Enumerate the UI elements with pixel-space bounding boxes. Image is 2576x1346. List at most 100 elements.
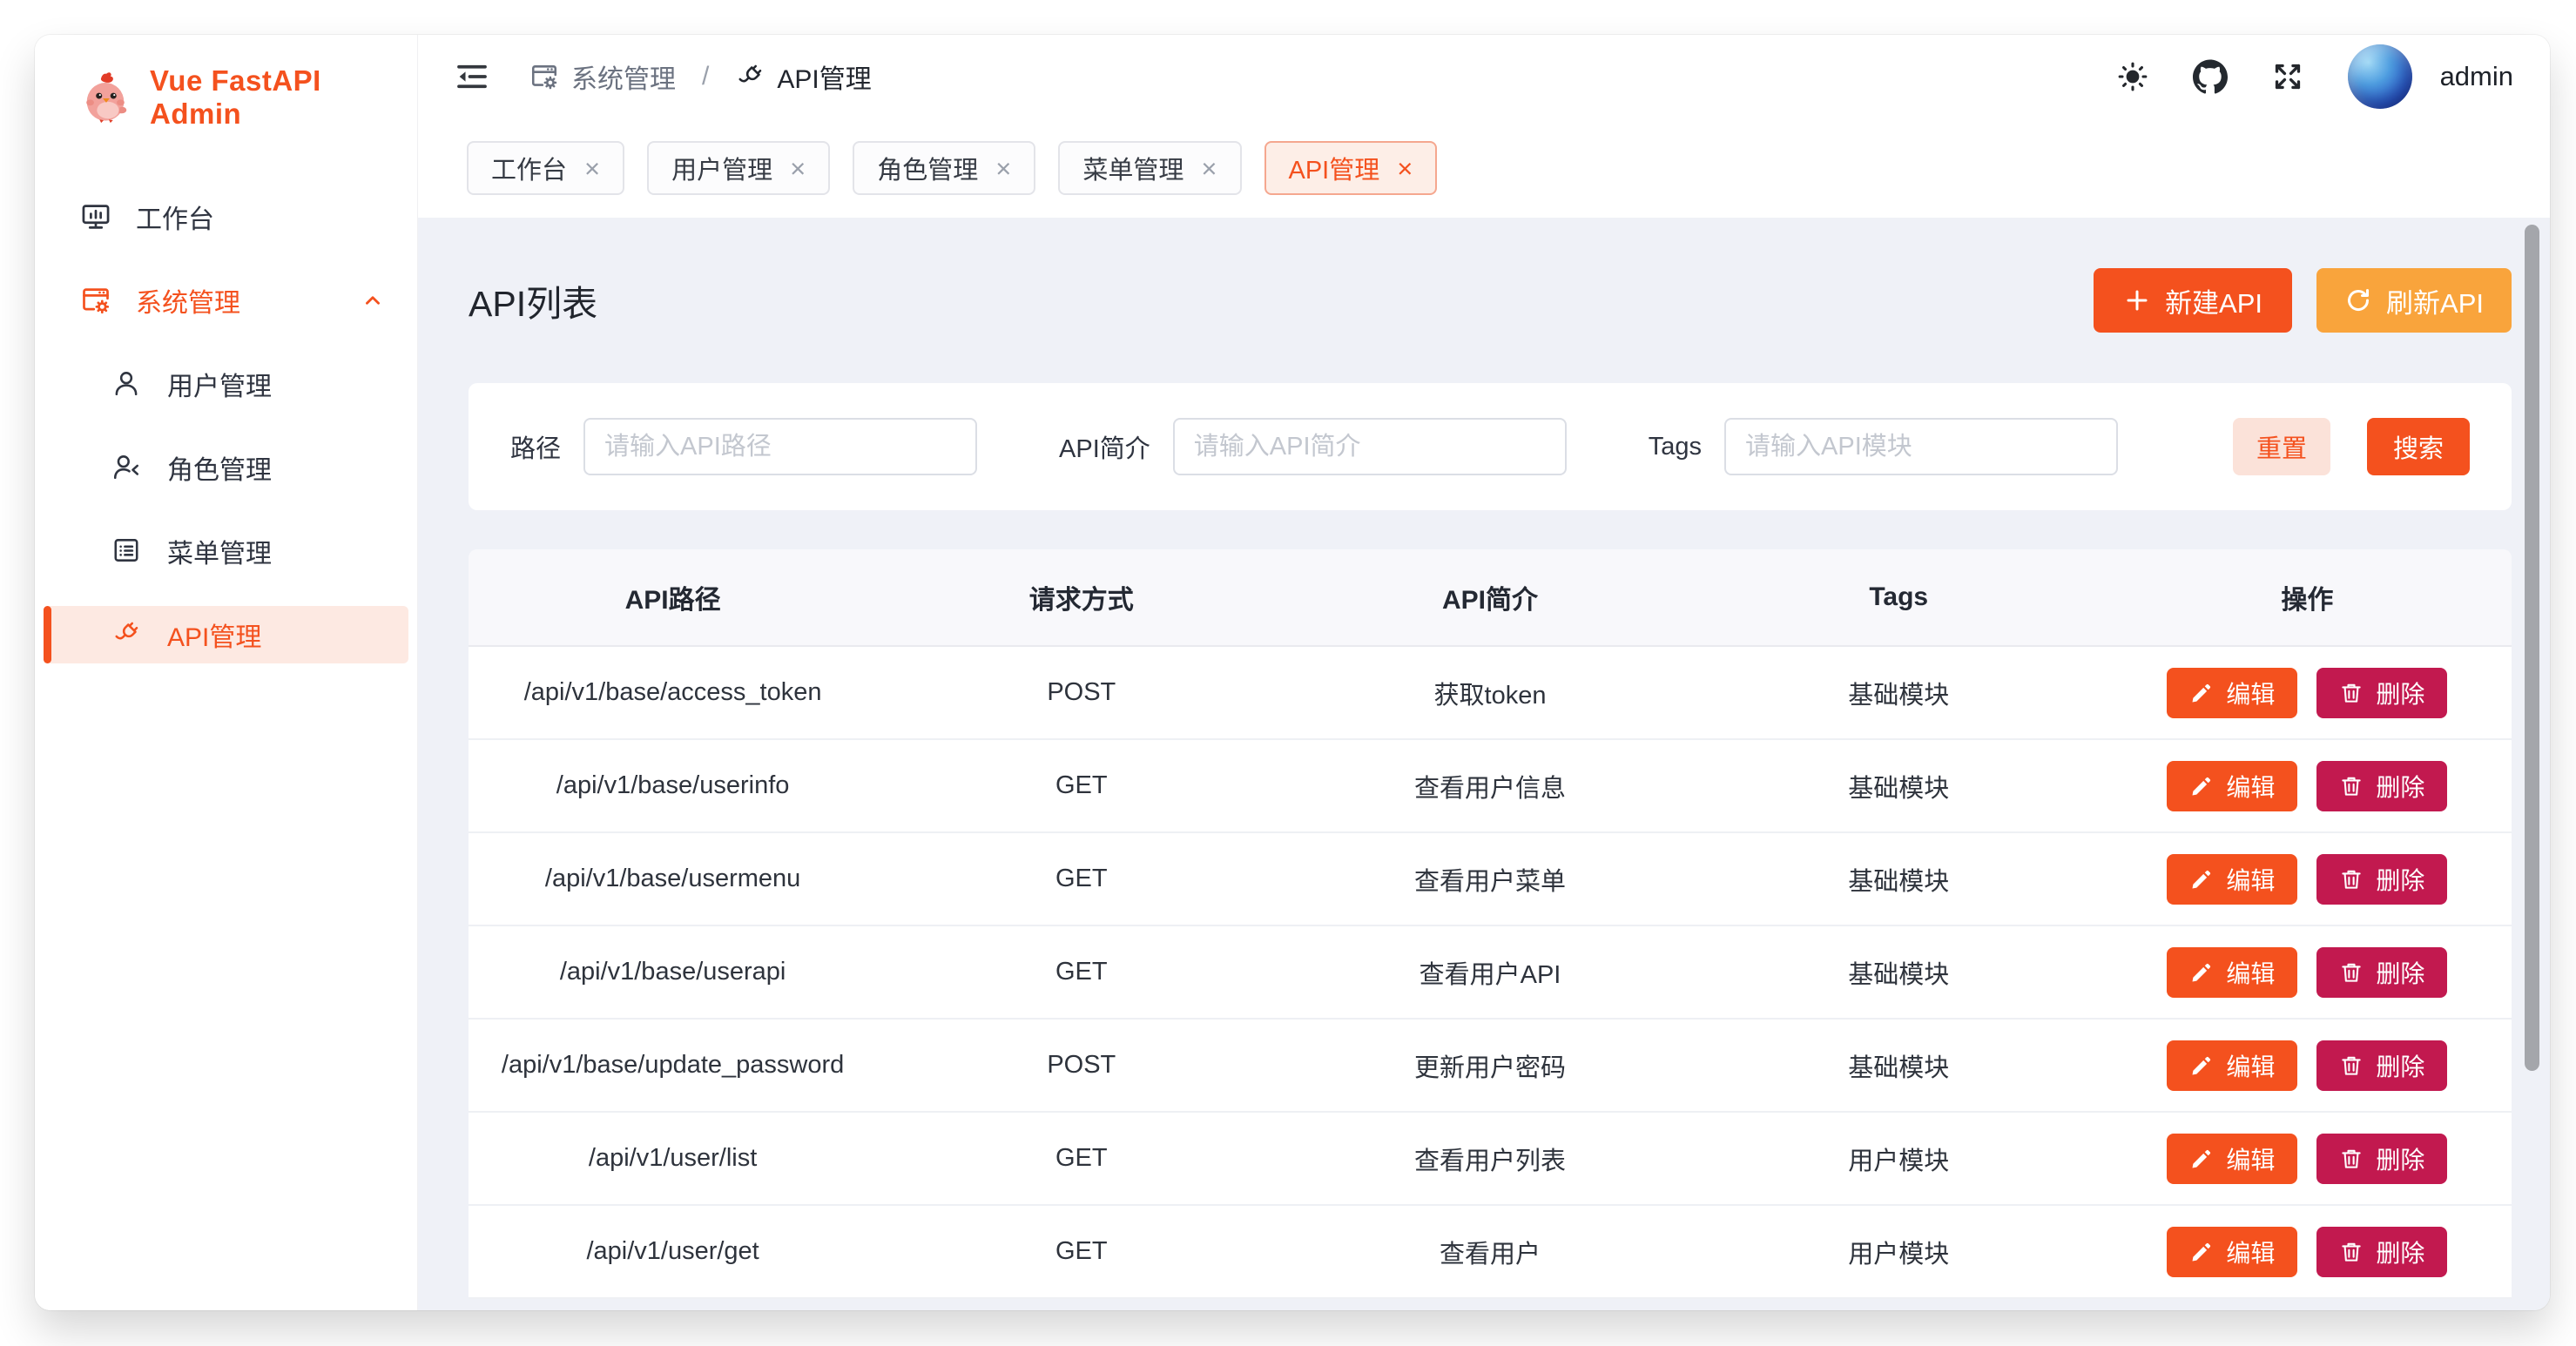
edit-label: 编辑	[2226, 955, 2275, 990]
pencil-icon	[2189, 960, 2214, 985]
delete-button[interactable]: 删除	[2316, 1227, 2447, 1277]
edit-label: 编辑	[2226, 676, 2275, 710]
edit-button[interactable]: 编辑	[2167, 761, 2297, 811]
cell-summary: 查看用户列表	[1285, 1141, 1694, 1177]
page-title: API列表	[469, 274, 597, 326]
pencil-icon	[2189, 1147, 2214, 1171]
scrollbar-thumb[interactable]	[2525, 225, 2539, 1071]
plus-icon	[2123, 286, 2151, 314]
summary-input[interactable]	[1173, 418, 1567, 475]
search-button[interactable]: 搜索	[2367, 418, 2470, 475]
edit-button[interactable]: 编辑	[2167, 1134, 2297, 1184]
sidebar: Vue FastAPI Admin 工作台	[35, 35, 418, 1310]
edit-button[interactable]: 编辑	[2167, 1040, 2297, 1091]
cell-tags: 基础模块	[1695, 954, 2103, 991]
delete-button[interactable]: 删除	[2316, 1040, 2447, 1091]
api-plug-icon	[111, 619, 143, 650]
tab-menu-management[interactable]: 菜单管理 ×	[1058, 141, 1241, 195]
delete-label: 删除	[2376, 1141, 2424, 1176]
sidebar-item-role-management[interactable]: 角色管理	[44, 439, 408, 496]
tab-label: API管理	[1289, 150, 1380, 186]
table-header: API路径 请求方式 API简介 Tags 操作	[469, 549, 2512, 647]
sidebar-item-menu-management[interactable]: 菜单管理	[44, 522, 408, 580]
delete-button[interactable]: 删除	[2316, 947, 2447, 998]
edit-label: 编辑	[2226, 862, 2275, 897]
tab-close-icon[interactable]: ×	[995, 155, 1011, 182]
sidebar-item-api-management[interactable]: API管理	[44, 606, 408, 663]
trash-icon	[2339, 681, 2364, 705]
page-actions: 新建API 刷新API	[2094, 268, 2512, 333]
column-header-method: 请求方式	[877, 578, 1285, 616]
refresh-api-button[interactable]: 刷新API	[2316, 268, 2512, 333]
sidebar-item-label: 角色管理	[167, 448, 272, 487]
breadcrumb-parent[interactable]: 系统管理	[529, 57, 676, 96]
cell-tags: 基础模块	[1695, 1047, 2103, 1084]
delete-button[interactable]: 删除	[2316, 761, 2447, 811]
pencil-icon	[2189, 774, 2214, 798]
delete-button[interactable]: 删除	[2316, 854, 2447, 905]
breadcrumb-current-label: API管理	[777, 57, 871, 96]
main-area: 系统管理 / API管理	[418, 35, 2550, 1310]
tab-close-icon[interactable]: ×	[790, 155, 806, 182]
trash-icon	[2339, 1053, 2364, 1078]
column-header-tags: Tags	[1695, 582, 2103, 612]
sidebar-item-workbench[interactable]: 工作台	[44, 188, 408, 246]
path-input[interactable]	[583, 418, 977, 475]
tab-bar: 工作台 × 用户管理 × 角色管理 × 菜单管理 × API管理 ×	[418, 118, 2550, 218]
sidebar-item-label: API管理	[167, 616, 261, 654]
filter-summary-group: API简介	[1059, 418, 1567, 475]
cell-summary: 获取token	[1285, 675, 1694, 711]
sidebar-menu: 工作台 系统管理	[35, 188, 417, 663]
content-header: API列表 新建API	[469, 218, 2512, 383]
tab-close-icon[interactable]: ×	[1397, 155, 1413, 182]
edit-button[interactable]: 编辑	[2167, 668, 2297, 718]
refresh-api-label: 刷新API	[2386, 281, 2484, 320]
trash-icon	[2339, 960, 2364, 985]
tab-role-management[interactable]: 角色管理 ×	[853, 141, 1035, 195]
tab-user-management[interactable]: 用户管理 ×	[647, 141, 830, 195]
tags-input[interactable]	[1724, 418, 2118, 475]
tab-close-icon[interactable]: ×	[584, 155, 600, 182]
cell-tags: 基础模块	[1695, 675, 2103, 711]
delete-label: 删除	[2376, 955, 2424, 990]
edit-button[interactable]: 编辑	[2167, 947, 2297, 998]
breadcrumb-parent-label: 系统管理	[571, 57, 676, 96]
theme-sun-icon[interactable]	[2116, 60, 2149, 93]
table-row: /api/v1/base/update_password POST 更新用户密码…	[469, 1020, 2512, 1113]
chevron-up-icon	[360, 287, 386, 313]
tab-api-management[interactable]: API管理 ×	[1264, 141, 1438, 195]
cell-summary: 查看用户	[1285, 1234, 1694, 1270]
breadcrumb-current[interactable]: API管理	[735, 57, 871, 96]
reset-button[interactable]: 重置	[2233, 418, 2330, 475]
edit-button[interactable]: 编辑	[2167, 1227, 2297, 1277]
delete-button[interactable]: 删除	[2316, 668, 2447, 718]
edit-button[interactable]: 编辑	[2167, 854, 2297, 905]
sidebar-item-user-management[interactable]: 用户管理	[44, 355, 408, 413]
delete-label: 删除	[2376, 676, 2424, 710]
tab-close-icon[interactable]: ×	[1201, 155, 1217, 182]
cell-actions: 编辑	[2103, 1134, 2512, 1184]
tab-workbench[interactable]: 工作台 ×	[467, 141, 624, 195]
cell-method: POST	[877, 1051, 1285, 1080]
cell-actions: 编辑	[2103, 1227, 2512, 1277]
sidebar-collapse-icon[interactable]	[455, 59, 489, 94]
table-row: /api/v1/user/list GET 查看用户列表 用户模块	[469, 1113, 2512, 1206]
avatar[interactable]	[2348, 44, 2412, 109]
edit-label: 编辑	[2226, 1141, 2275, 1176]
username[interactable]: admin	[2440, 61, 2513, 92]
trash-icon	[2339, 774, 2364, 798]
github-icon[interactable]	[2193, 59, 2228, 94]
trash-icon	[2339, 867, 2364, 892]
chick-logo-icon	[78, 71, 132, 125]
edit-label: 编辑	[2226, 769, 2275, 804]
sidebar-item-label: 工作台	[136, 198, 214, 236]
system-settings-icon	[80, 285, 111, 316]
fullscreen-icon[interactable]	[2271, 60, 2304, 93]
cell-tags: 基础模块	[1695, 768, 2103, 804]
table-row: /api/v1/base/userinfo GET 查看用户信息 基础模块	[469, 740, 2512, 833]
cell-method: GET	[877, 1144, 1285, 1173]
sidebar-item-system-management[interactable]: 系统管理	[44, 272, 408, 329]
top-bar: 系统管理 / API管理	[418, 35, 2550, 118]
delete-button[interactable]: 删除	[2316, 1134, 2447, 1184]
new-api-button[interactable]: 新建API	[2094, 268, 2292, 333]
